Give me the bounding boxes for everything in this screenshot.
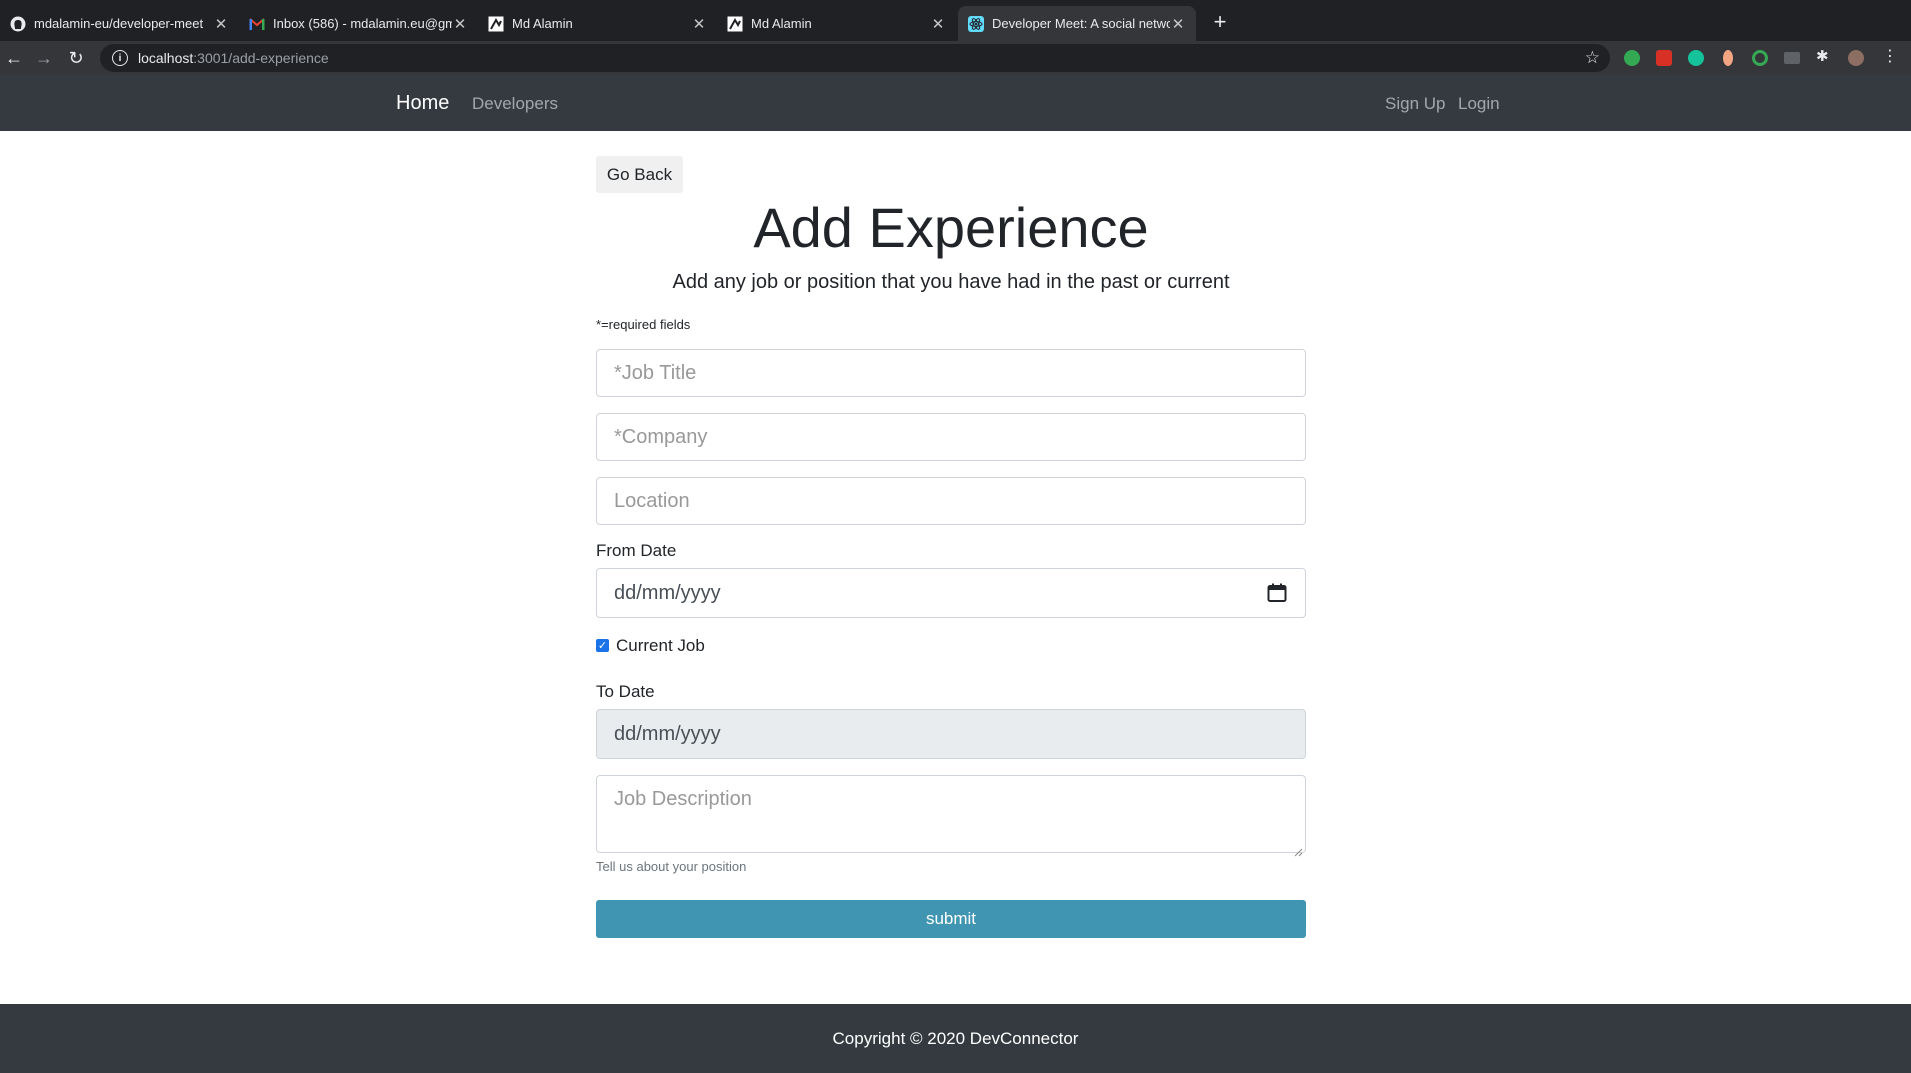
close-icon[interactable]: ✕ [1170,15,1186,33]
close-icon[interactable]: ✕ [452,15,468,33]
tab-title: Inbox (586) - mdalamin.eu@gmail.com [273,16,452,31]
forward-icon[interactable]: → [32,46,56,70]
resize-handle-icon[interactable] [1293,840,1303,857]
company-placeholder: *Company [614,425,708,448]
browser-tab-3[interactable]: Md Alamin ✕ [478,6,717,41]
browser-tab-active[interactable]: Developer Meet: A social network for dev… [958,6,1196,41]
to-date-input: dd/mm/yyyy [596,709,1306,759]
extension-icon[interactable] [1624,50,1640,66]
gmail-icon [249,16,265,32]
puzzle-icon[interactable]: ✱ [1816,47,1832,65]
current-job-checkbox[interactable]: ✓ [596,639,609,652]
grammarly-icon[interactable] [1688,50,1704,66]
close-icon[interactable]: ✕ [213,15,229,33]
from-date-label: From Date [596,541,677,560]
from-date-input[interactable]: dd/mm/yyyy [596,568,1306,618]
back-icon[interactable]: ← [2,46,26,70]
browser-toolbar: ← → ↻ i localhost:3001/add-experience ☆ … [0,41,1911,75]
browser-tab-bar: mdalamin-eu/developer-meet ✕ Inbox (586)… [0,0,1911,41]
avatar[interactable] [1848,50,1864,66]
extension-icon[interactable] [1723,50,1733,66]
calendar-icon[interactable] [1267,583,1287,603]
job-description-textarea[interactable]: Job Description [596,775,1306,857]
menu-icon[interactable]: ⋮ [1882,46,1898,65]
footer: Copyright © 2020 DevConnector [0,1004,1911,1073]
site-navbar: Home Developers Sign Up Login [0,75,1911,131]
url-host: localhost [138,50,194,66]
site-icon [488,16,504,32]
site-icon [727,16,743,32]
company-input[interactable]: *Company [596,413,1306,461]
nav-developers[interactable]: Developers [472,94,558,114]
close-icon[interactable]: ✕ [691,15,707,33]
current-job-label[interactable]: Current Job [616,636,705,656]
description-help: Tell us about your position [596,859,747,874]
mail-icon[interactable] [1784,52,1800,64]
location-placeholder: Location [614,489,690,512]
copyright-text: Copyright © 2020 DevConnector [832,1028,1079,1048]
github-icon [10,16,26,32]
nav-signup[interactable]: Sign Up [1385,94,1445,114]
required-note: *=required fields [596,317,691,332]
job-title-placeholder: *Job Title [614,361,697,384]
tab-title: Developer Meet: A social network for dev… [992,16,1170,31]
bookmark-star-icon[interactable]: ☆ [1585,48,1600,68]
from-date-value: dd/mm/yyyy [614,581,721,604]
close-icon[interactable]: ✕ [930,15,946,33]
tab-title: Md Alamin [751,16,812,31]
extension-icon[interactable] [1752,50,1768,66]
nav-login[interactable]: Login [1458,94,1500,114]
browser-tab-4[interactable]: Md Alamin ✕ [717,6,956,41]
tab-title: Md Alamin [512,16,573,31]
page-title: Add Experience [753,196,1149,259]
new-tab-icon[interactable]: + [1206,8,1234,36]
location-input[interactable]: Location [596,477,1306,525]
page-lead: Add any job or position that you have ha… [672,271,1230,293]
info-icon[interactable]: i [112,50,128,66]
to-date-label: To Date [596,682,655,701]
to-date-value: dd/mm/yyyy [614,722,721,745]
submit-button[interactable]: submit [596,900,1306,938]
go-back-button[interactable]: Go Back [596,156,683,193]
browser-tab-1[interactable]: mdalamin-eu/developer-meet ✕ [0,6,239,41]
url-path: :3001/add-experience [193,50,329,66]
tab-title: mdalamin-eu/developer-meet [34,16,204,31]
job-title-input[interactable]: *Job Title [596,349,1306,397]
address-bar[interactable]: i localhost:3001/add-experience ☆ [100,44,1610,72]
react-icon [968,15,984,32]
nav-home[interactable]: Home [396,92,449,115]
extension-icon[interactable] [1656,50,1672,66]
job-description-placeholder: Job Description [614,788,752,810]
reload-icon[interactable]: ↻ [64,46,88,70]
browser-tab-2[interactable]: Inbox (586) - mdalamin.eu@gmail.com ✕ [239,6,478,41]
